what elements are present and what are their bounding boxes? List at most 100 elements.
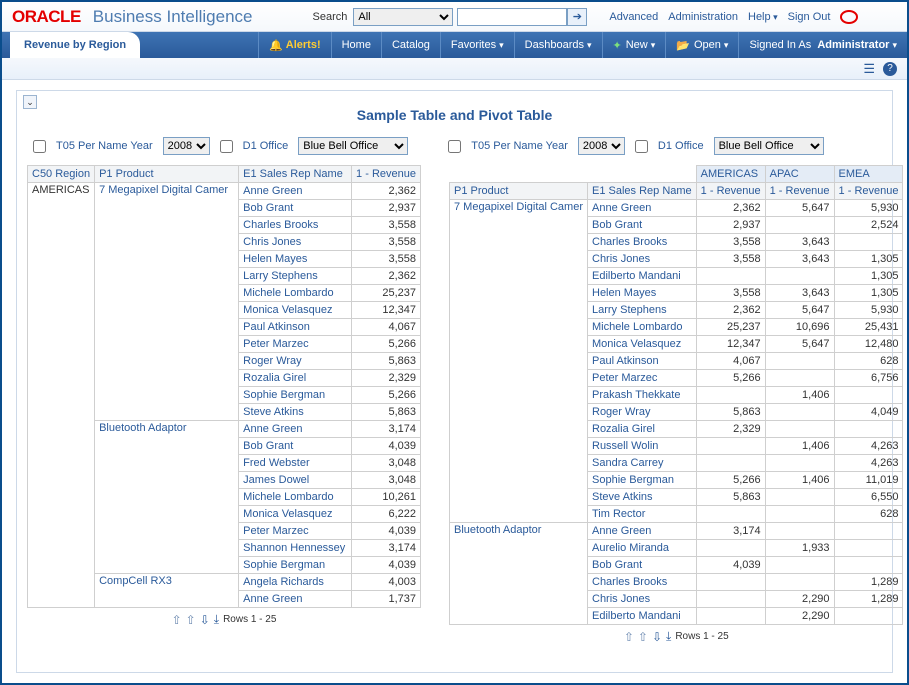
cell-rep[interactable]: Anne Green (239, 183, 352, 200)
signout-link[interactable]: Sign Out (788, 11, 831, 23)
cell-rep[interactable]: Peter Marzec (588, 370, 697, 387)
alerts-button[interactable]: 🔔Alerts! (258, 32, 331, 58)
cell-rep[interactable]: Larry Stephens (588, 302, 697, 319)
cell-rep[interactable]: Sophie Bergman (239, 387, 352, 404)
cell-rep[interactable]: Helen Mayes (588, 285, 697, 302)
pager-prev-icon[interactable]: ⇧ (186, 613, 196, 627)
th2-rev3[interactable]: 1 - Revenue (834, 183, 903, 200)
cell-product[interactable]: CompCell RX3 (95, 574, 239, 608)
cell-rep[interactable]: Monica Velasquez (239, 506, 352, 523)
cell-rep[interactable]: Chris Jones (588, 591, 697, 608)
search-input[interactable] (457, 8, 567, 26)
cell-rep[interactable]: Monica Velasquez (588, 336, 697, 353)
cell-rep[interactable]: Aurelio Miranda (588, 540, 697, 557)
cell-rep[interactable]: Michele Lombardo (239, 489, 352, 506)
search-go-button[interactable]: ➔ (567, 8, 587, 26)
th2-rev2[interactable]: 1 - Revenue (765, 183, 834, 200)
th2-rev1[interactable]: 1 - Revenue (696, 183, 765, 200)
cell-rep[interactable]: Sophie Bergman (239, 557, 352, 574)
nav-catalog[interactable]: Catalog (381, 32, 440, 58)
office-checkbox-1[interactable] (220, 140, 233, 153)
options-icon[interactable]: ☰ (863, 61, 875, 77)
cell-rep[interactable]: Chris Jones (239, 234, 352, 251)
cell-rep[interactable]: Monica Velasquez (239, 302, 352, 319)
cell-rep[interactable]: Anne Green (588, 200, 697, 217)
help-menu[interactable]: Help (748, 11, 778, 23)
cell-rep[interactable]: Charles Brooks (239, 217, 352, 234)
cell-rep[interactable]: Rozalia Girel (588, 421, 697, 438)
cell-rep[interactable]: Steve Atkins (239, 404, 352, 421)
cell-rep[interactable]: Anne Green (588, 523, 697, 540)
cell-rep[interactable]: Bob Grant (588, 557, 697, 574)
th-rep[interactable]: E1 Sales Rep Name (239, 166, 352, 183)
nav-home[interactable]: Home (331, 32, 381, 58)
pager2-first-icon[interactable]: ⇧ (624, 630, 634, 644)
year-select-2[interactable]: 2008 (578, 137, 625, 155)
nav-favorites[interactable]: Favorites (440, 32, 514, 58)
cell-rep[interactable]: Chris Jones (588, 251, 697, 268)
year-checkbox-1[interactable] (33, 140, 46, 153)
cell-rep[interactable]: Bob Grant (239, 200, 352, 217)
cell-rep[interactable]: Paul Atkinson (588, 353, 697, 370)
pager2-next-icon[interactable]: ⇩ (652, 630, 662, 644)
cell-rep[interactable]: Bob Grant (239, 438, 352, 455)
pager2-last-icon[interactable]: ⤓ (666, 629, 671, 644)
pager-first-icon[interactable]: ⇧ (172, 613, 182, 627)
office-select-2[interactable]: Blue Bell Office (714, 137, 824, 155)
cell-rep[interactable]: Fred Webster (239, 455, 352, 472)
th-rev[interactable]: 1 - Revenue (352, 166, 421, 183)
pager-next-icon[interactable]: ⇩ (200, 613, 210, 627)
th-product[interactable]: P1 Product (95, 166, 239, 183)
cell-rep[interactable]: Charles Brooks (588, 574, 697, 591)
cell-rep[interactable]: Larry Stephens (239, 268, 352, 285)
cell-rep[interactable]: Edilberto Mandani (588, 268, 697, 285)
cell-rep[interactable]: Roger Wray (588, 404, 697, 421)
cell-rep[interactable]: Peter Marzec (239, 523, 352, 540)
cell-rep[interactable]: Russell Wolin (588, 438, 697, 455)
cell-rep[interactable]: Paul Atkinson (239, 319, 352, 336)
cell-rep[interactable]: Tim Rector (588, 506, 697, 523)
cell-rep[interactable]: Rozalia Girel (239, 370, 352, 387)
cell-rep[interactable]: Helen Mayes (239, 251, 352, 268)
cell-rep[interactable]: Charles Brooks (588, 234, 697, 251)
help-icon[interactable]: ? (883, 62, 897, 76)
cell-rep[interactable]: Steve Atkins (588, 489, 697, 506)
cell-rep[interactable]: Anne Green (239, 421, 352, 438)
advanced-link[interactable]: Advanced (609, 11, 658, 23)
nav-new[interactable]: ✦New (602, 32, 666, 58)
th2-rep[interactable]: E1 Sales Rep Name (588, 183, 697, 200)
cell-rep[interactable]: Peter Marzec (239, 336, 352, 353)
th2-product[interactable]: P1 Product (450, 183, 588, 200)
cell-rep[interactable]: James Dowel (239, 472, 352, 489)
cell-rep[interactable]: Prakash Thekkate (588, 387, 697, 404)
cell-rep[interactable]: Michele Lombardo (588, 319, 697, 336)
year-select-1[interactable]: 2008 (163, 137, 210, 155)
office-checkbox-2[interactable] (635, 140, 648, 153)
cell-product[interactable]: 7 Megapixel Digital Camer (95, 183, 239, 421)
cell-rep[interactable]: Anne Green (239, 591, 352, 608)
nav-open[interactable]: 📂Open (665, 32, 738, 58)
cell-rep[interactable]: Sandra Carrey (588, 455, 697, 472)
cell-rep[interactable]: Bob Grant (588, 217, 697, 234)
th-americas[interactable]: AMERICAS (696, 166, 765, 183)
cell-product[interactable]: Bluetooth Adaptor (95, 421, 239, 574)
nav-dashboards[interactable]: Dashboards (514, 32, 602, 58)
cell-rep[interactable]: Michele Lombardo (239, 285, 352, 302)
cell-product[interactable]: Bluetooth Adaptor (450, 523, 588, 625)
cell-rep[interactable]: Angela Richards (239, 574, 352, 591)
year-checkbox-2[interactable] (448, 140, 461, 153)
nav-user[interactable]: Signed In As Administrator (738, 32, 907, 58)
active-tab[interactable]: Revenue by Region (10, 32, 140, 58)
cell-rep[interactable]: Shannon Hennessey (239, 540, 352, 557)
cell-rep[interactable]: Roger Wray (239, 353, 352, 370)
collapse-button[interactable]: ⌄ (23, 95, 37, 109)
administration-link[interactable]: Administration (668, 11, 738, 23)
pager2-prev-icon[interactable]: ⇧ (638, 630, 648, 644)
office-select-1[interactable]: Blue Bell Office (298, 137, 408, 155)
th-apac[interactable]: APAC (765, 166, 834, 183)
pager-last-icon[interactable]: ⤓ (214, 612, 219, 627)
th-emea[interactable]: EMEA (834, 166, 903, 183)
cell-rep[interactable]: Edilberto Mandani (588, 608, 697, 625)
search-scope-select[interactable]: All (353, 8, 453, 26)
cell-product[interactable]: 7 Megapixel Digital Camer (450, 200, 588, 523)
